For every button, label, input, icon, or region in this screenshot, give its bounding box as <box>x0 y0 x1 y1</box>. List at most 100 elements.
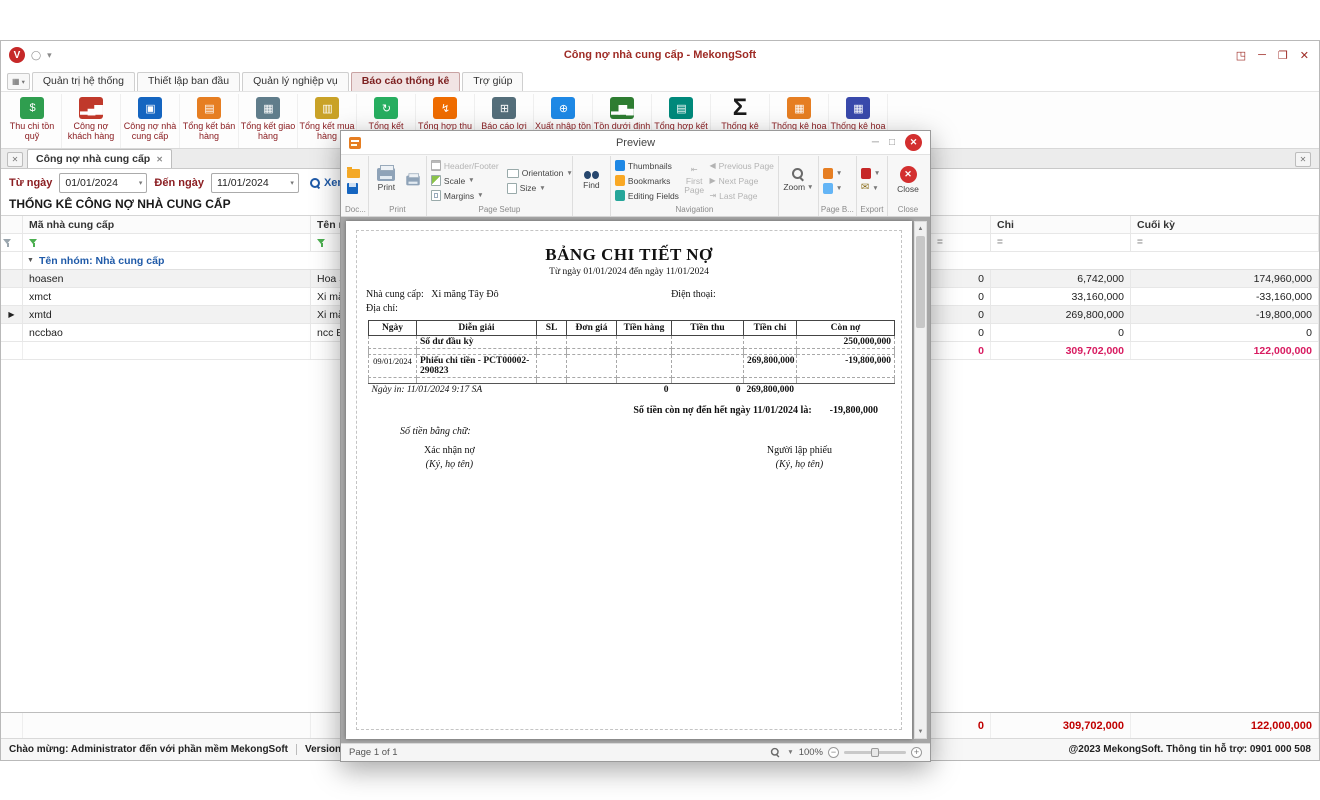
doc-address-line: Địa chỉ: <box>366 303 892 314</box>
column-header-thu[interactable] <box>931 216 991 233</box>
document-tab-cong-no-nha-cung-cap[interactable]: Công nợ nhà cung cấp ✕ <box>27 149 172 168</box>
collapse-triangle-icon[interactable]: ▼ <box>27 257 34 264</box>
from-date-combo[interactable]: 01/01/2024 ▾ <box>59 173 147 193</box>
ribbon-tab-quan-tri-he-thong[interactable]: Quản trị hệ thống <box>32 72 135 91</box>
chevron-down-icon: ▼ <box>787 749 793 756</box>
column-header-code[interactable]: Mã nhà cung cấp <box>23 216 311 233</box>
from-date-label: Từ ngày <box>9 177 52 189</box>
page-color-button[interactable]: ▼ <box>821 166 844 180</box>
previous-page-button[interactable]: ◀ Previous Page <box>707 159 775 173</box>
chevron-down-icon: ▾ <box>139 179 147 187</box>
ribbon-button-cong-no-khach-hang[interactable]: ▂▄▆ Công nợ khách hàng <box>62 94 121 148</box>
grid-icon: ▦ <box>12 77 20 86</box>
preview-close-button[interactable] <box>905 134 922 151</box>
preview-page: BẢNG CHI TIẾT NỢ Từ ngày 01/01/2024 đến … <box>346 221 912 739</box>
preview-scrollbar[interactable]: ▲ ▼ <box>914 221 927 739</box>
quick-access-caret-icon[interactable]: ▾ <box>47 50 52 61</box>
last-page-button[interactable]: ⇥ Last Page <box>707 189 775 203</box>
size-button[interactable]: Size ▼ <box>505 181 575 195</box>
watermark-icon <box>823 183 833 194</box>
zoom-in-button[interactable]: + <box>911 747 922 758</box>
preview-toolbar: Doc... Print Print <box>341 155 930 217</box>
monitor-icon: ▣ <box>138 97 162 119</box>
cell-chi: 6,742,000 <box>991 270 1131 287</box>
margins-button[interactable]: Margins ▼ <box>429 189 501 203</box>
current-row-arrow-icon: ▶ <box>8 310 14 319</box>
report-icon: ▤ <box>669 97 693 119</box>
minimize-button[interactable]: ─ <box>1258 49 1266 61</box>
tab-close-icon[interactable]: ✕ <box>156 155 163 164</box>
sign-right-title: Người lập phiếu <box>767 445 832 456</box>
th-sl: SL <box>537 321 567 336</box>
th-tien-thu: Tiền thu <box>672 321 744 336</box>
tabstrip-close-right-button[interactable]: ✕ <box>1295 152 1311 167</box>
quick-print-button[interactable] <box>402 174 424 188</box>
close-button[interactable]: ✕ <box>1300 49 1309 62</box>
sign-left-sub: (Ký, họ tên) <box>424 459 475 470</box>
scroll-down-button[interactable]: ▼ <box>915 725 926 738</box>
zoom-magnifier-icon[interactable] <box>771 748 780 757</box>
cell-cuoi-ky: 174,960,000 <box>1131 270 1319 287</box>
open-document-button[interactable] <box>345 166 362 180</box>
preview-minimize-button[interactable]: ─ <box>872 137 879 148</box>
ribbon-tab-thiet-lap-ban-dau[interactable]: Thiết lập ban đầu <box>137 72 240 91</box>
refresh-icon: ↻ <box>374 97 398 119</box>
to-date-combo[interactable]: 11/01/2024 ▾ <box>211 173 299 193</box>
print-button[interactable]: Print <box>371 168 402 192</box>
save-document-button[interactable] <box>345 181 362 195</box>
ribbon-button-thu-chi-ton-quy[interactable]: $ Thu chi tồn quỹ <box>3 94 62 148</box>
toolbar-group-page-setup: Header/Footer Scale ▼ Margins ▼ <box>427 156 573 216</box>
cell-code: xmtd <box>23 306 311 323</box>
scale-button[interactable]: Scale ▼ <box>429 174 501 188</box>
header-footer-button[interactable]: Header/Footer <box>429 159 501 173</box>
filter-cell-thu[interactable]: = <box>931 234 991 251</box>
chevron-down-icon: ▼ <box>477 192 483 199</box>
zoom-out-button[interactable]: − <box>828 747 839 758</box>
filter-cell-chi[interactable]: = <box>991 234 1131 251</box>
filter-cell-indicator[interactable] <box>1 234 23 251</box>
th-tien-hang: Tiền hàng <box>617 321 672 336</box>
zoom-button[interactable]: Zoom ▼ <box>781 168 816 192</box>
next-page-button[interactable]: ▶ Next Page <box>707 174 775 188</box>
ribbon-button-tong-ket-ban-hang[interactable]: ▤ Tổng kết bán hàng <box>180 94 239 148</box>
zoom-slider-thumb[interactable] <box>871 748 879 757</box>
first-page-button[interactable]: ⇤ First Page <box>681 166 708 195</box>
tabstrip-close-button[interactable]: ✕ <box>7 152 23 167</box>
thumbnails-label: Thumbnails <box>628 161 672 171</box>
bookmarks-toggle[interactable]: Bookmarks <box>613 174 681 188</box>
export-document-button[interactable]: ▼ <box>859 166 882 180</box>
globe-icon: ⊕ <box>551 97 575 119</box>
editing-fields-toggle[interactable]: Editing Fields <box>613 189 681 203</box>
orientation-button[interactable]: Orientation ▼ <box>505 166 575 180</box>
group-caption: Doc... <box>345 205 366 216</box>
zoom-slider[interactable] <box>844 751 906 754</box>
cell-chi: 0 <box>991 324 1131 341</box>
scroll-up-button[interactable]: ▲ <box>915 222 926 235</box>
ribbon-tab-quan-ly-nghiep-vu[interactable]: Quản lý nghiệp vụ <box>242 72 349 91</box>
filter-cell-code[interactable] <box>23 234 311 251</box>
ribbon-tab-tro-giup[interactable]: Trợ giúp <box>462 72 523 91</box>
app-menu-button[interactable]: ▦▾ <box>7 73 30 90</box>
ribbon-button-tong-ket-giao-hang[interactable]: ▦ Tổng kết giao hàng <box>239 94 298 148</box>
column-header-cuoi-ky[interactable]: Cuối kỳ <box>1131 216 1319 233</box>
close-preview-button[interactable]: Close <box>890 166 926 194</box>
thumbnails-toggle[interactable]: Thumbnails <box>613 159 681 173</box>
ribbon-button-cong-no-nha-cung-cap[interactable]: ▣ Công nợ nhà cung cấp <box>121 94 180 148</box>
restore-button[interactable]: ❐ <box>1278 49 1288 62</box>
watermark-button[interactable]: ▼ <box>821 181 844 195</box>
ribbon-tab-bao-cao-thong-ke[interactable]: Báo cáo thống kê <box>351 72 461 91</box>
preview-maximize-button[interactable]: □ <box>889 137 895 148</box>
find-button[interactable]: Find <box>575 171 608 190</box>
calculator-icon: ⊞ <box>492 97 516 119</box>
send-email-button[interactable]: ✉ ▼ <box>859 181 882 195</box>
column-header-chi[interactable]: Chi <box>991 216 1131 233</box>
fullscreen-button[interactable]: ◳ <box>1236 49 1246 62</box>
chevron-down-icon: ▼ <box>872 185 878 192</box>
filter-cell-cuoi-ky[interactable]: = <box>1131 234 1319 251</box>
chevron-down-icon: ▼ <box>836 185 842 192</box>
quick-access-icon[interactable]: ◯ <box>31 50 41 61</box>
previous-page-icon: ◀ <box>709 161 715 170</box>
document-tab-label: Công nợ nhà cung cấp <box>36 153 150 165</box>
scrollbar-thumb[interactable] <box>916 236 925 328</box>
support-text: @2023 MekongSoft. Thông tin hỗ trợ: 0901… <box>1069 744 1311 755</box>
